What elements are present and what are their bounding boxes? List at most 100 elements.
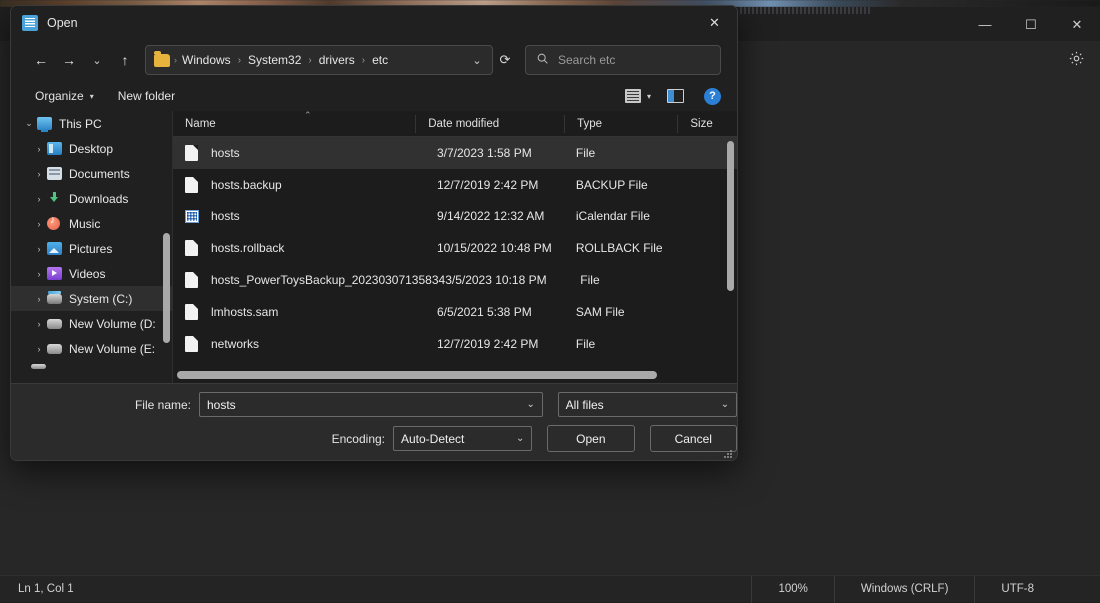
open-button[interactable]: Open xyxy=(547,425,634,452)
close-button[interactable]: ✕ xyxy=(1054,7,1100,41)
new-folder-button[interactable]: New folder xyxy=(110,85,183,107)
maximize-button[interactable]: ☐ xyxy=(1008,7,1054,41)
line-ending[interactable]: Windows (CRLF) xyxy=(834,576,975,603)
sidebar-item-this-pc[interactable]: ⌄ This PC xyxy=(11,111,173,136)
breadcrumb-windows[interactable]: Windows xyxy=(180,51,233,69)
sidebar-item-desktop[interactable]: › Desktop xyxy=(11,136,173,161)
chevron-down-icon[interactable]: ⌄ xyxy=(522,399,540,410)
file-icon xyxy=(185,304,211,320)
sidebar-item-system-c[interactable]: › System (C:) xyxy=(11,286,173,311)
file-date-modified: 12/7/2019 2:42 PM xyxy=(437,178,576,192)
breadcrumb-sep-2: › xyxy=(303,55,316,66)
search-icon xyxy=(536,52,549,68)
sidebar-item-new-volume-d[interactable]: › New Volume (D: xyxy=(11,311,173,336)
search-input[interactable] xyxy=(558,53,708,67)
table-row[interactable]: hosts_PowerToysBackup_20230307135834 3/5… xyxy=(173,264,737,296)
sidebar-item-label: System (C:) xyxy=(69,292,132,306)
up-icon[interactable]: ↑ xyxy=(111,46,139,74)
table-row[interactable]: networks 12/7/2019 2:42 PM File xyxy=(173,328,737,360)
sidebar-item-label: Documents xyxy=(69,167,130,181)
column-headers: Name Date modified Type Size ⌃ xyxy=(173,111,737,137)
organize-button[interactable]: Organize ▾ xyxy=(27,85,102,107)
sidebar-item-label: This PC xyxy=(59,117,102,131)
chevron-down-icon[interactable]: ▾ xyxy=(647,92,651,101)
file-name-value: hosts xyxy=(207,398,522,412)
help-icon[interactable]: ? xyxy=(704,88,721,105)
list-view-icon[interactable] xyxy=(625,89,641,103)
refresh-icon[interactable]: ⟳ xyxy=(493,52,517,68)
table-row[interactable]: hosts 9/14/2022 12:32 AM iCalendar File xyxy=(173,201,737,233)
file-type: ROLLBACK File xyxy=(576,241,682,255)
filelist-vertical-scrollbar-thumb[interactable] xyxy=(727,141,734,291)
file-name: hosts xyxy=(211,146,437,160)
filelist-horizontal-scrollbar-track[interactable] xyxy=(173,371,723,379)
back-icon[interactable]: ← xyxy=(27,46,55,74)
breadcrumb-system32[interactable]: System32 xyxy=(246,51,303,69)
file-name: lmhosts.sam xyxy=(211,305,437,319)
recent-locations-icon[interactable]: ⌄ xyxy=(83,46,111,74)
expander-icon[interactable]: › xyxy=(31,269,47,279)
encoding-label: Encoding: xyxy=(11,432,385,446)
column-header-name[interactable]: Name xyxy=(173,115,415,133)
expander-icon[interactable]: › xyxy=(31,219,47,229)
sidebar-item-pictures[interactable]: › Pictures xyxy=(11,236,173,261)
sidebar-item-music[interactable]: › Music xyxy=(11,211,173,236)
file-type: BACKUP File xyxy=(576,178,682,192)
encoding-status[interactable]: UTF-8 xyxy=(974,576,1060,603)
file-icon xyxy=(185,240,211,256)
expander-icon[interactable]: › xyxy=(31,169,47,179)
expander-icon[interactable]: › xyxy=(31,294,47,304)
expander-icon[interactable]: › xyxy=(31,344,47,354)
column-header-size[interactable]: Size xyxy=(677,115,737,133)
file-type: File xyxy=(576,337,682,351)
resize-grip[interactable] xyxy=(723,449,733,459)
minimize-button[interactable]: — xyxy=(962,7,1008,41)
encoding-value: Auto-Detect xyxy=(401,432,511,446)
preview-pane-icon[interactable] xyxy=(667,89,684,103)
expander-icon[interactable]: › xyxy=(31,319,47,329)
file-type-filter-select[interactable]: All files ⌄ xyxy=(558,392,737,417)
filelist-horizontal-scrollbar-thumb[interactable] xyxy=(177,371,657,379)
file-type: SAM File xyxy=(576,305,682,319)
encoding-select[interactable]: Auto-Detect ⌄ xyxy=(393,426,532,451)
file-name-input[interactable]: hosts ⌄ xyxy=(199,392,543,417)
search-box[interactable] xyxy=(525,45,721,75)
navpane-scrollbar-thumb[interactable] xyxy=(163,233,170,343)
sidebar-item-partial[interactable] xyxy=(11,361,173,371)
table-row[interactable]: hosts.backup 12/7/2019 2:42 PM BACKUP Fi… xyxy=(173,169,737,201)
sidebar-item-new-volume-e[interactable]: › New Volume (E: xyxy=(11,336,173,361)
background-window-title-ghost xyxy=(740,7,870,14)
file-date-modified: 12/7/2019 2:42 PM xyxy=(437,337,576,351)
column-header-date-modified[interactable]: Date modified xyxy=(415,115,564,133)
table-row[interactable]: hosts.rollback 10/15/2022 10:48 PM ROLLB… xyxy=(173,232,737,264)
file-type-filter-value: All files xyxy=(566,398,716,412)
gear-icon[interactable] xyxy=(1062,44,1090,72)
breadcrumb-etc[interactable]: etc xyxy=(370,51,390,69)
sort-ascending-icon: ⌃ xyxy=(304,111,312,121)
table-row[interactable]: lmhosts.sam 6/5/2021 5:38 PM SAM File xyxy=(173,296,737,328)
file-date-modified: 10/15/2022 10:48 PM xyxy=(437,241,576,255)
breadcrumb-drivers[interactable]: drivers xyxy=(317,51,357,69)
expander-icon[interactable]: › xyxy=(31,244,47,254)
table-row[interactable]: hosts 3/7/2023 1:58 PM File xyxy=(173,137,737,169)
sidebar-item-downloads[interactable]: › Downloads xyxy=(11,186,173,211)
sidebar-item-videos[interactable]: › Videos xyxy=(11,261,173,286)
file-name-label: File name: xyxy=(11,398,191,412)
sidebar-item-documents[interactable]: › Documents xyxy=(11,161,173,186)
expander-icon[interactable]: › xyxy=(31,194,47,204)
chevron-down-icon[interactable]: ⌄ xyxy=(466,54,488,67)
expander-icon[interactable]: ⌄ xyxy=(21,118,37,129)
chevron-down-icon[interactable]: ⌄ xyxy=(511,433,529,444)
expander-icon[interactable]: › xyxy=(31,144,47,154)
cancel-button[interactable]: Cancel xyxy=(650,425,737,452)
address-bar[interactable]: › Windows › System32 › drivers › etc ⌄ xyxy=(145,45,493,75)
dialog-footer: File name: hosts ⌄ All files ⌄ Encoding:… xyxy=(11,383,737,461)
videos-icon xyxy=(47,267,66,280)
chevron-down-icon[interactable]: ⌄ xyxy=(716,399,734,410)
file-name: hosts.rollback xyxy=(211,241,437,255)
zoom-level[interactable]: 100% xyxy=(751,576,833,603)
dialog-close-button[interactable]: ✕ xyxy=(692,6,737,39)
file-name: hosts_PowerToysBackup_20230307135834 xyxy=(211,273,445,287)
forward-icon[interactable]: → xyxy=(55,46,83,74)
column-header-type[interactable]: Type xyxy=(564,115,677,133)
